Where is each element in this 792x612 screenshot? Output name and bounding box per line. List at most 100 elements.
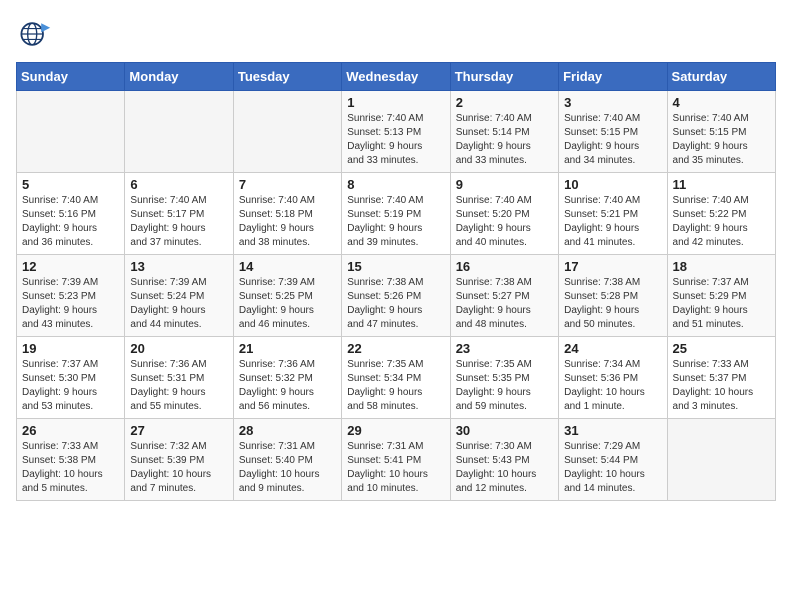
day-info: Sunrise: 7:34 AM Sunset: 5:36 PM Dayligh… [564, 358, 661, 414]
day-number: 24 [564, 341, 661, 356]
day-info: Sunrise: 7:31 AM Sunset: 5:41 PM Dayligh… [347, 440, 444, 496]
day-info: Sunrise: 7:33 AM Sunset: 5:38 PM Dayligh… [22, 440, 119, 496]
calendar-cell: 29 Sunrise: 7:31 AM Sunset: 5:41 PM Dayli… [342, 419, 450, 501]
day-info: Sunrise: 7:40 AM Sunset: 5:14 PM Dayligh… [456, 112, 553, 168]
calendar-cell [17, 91, 125, 173]
calendar-week-5: 26 Sunrise: 7:33 AM Sunset: 5:38 PM Dayli… [17, 419, 776, 501]
calendar-cell: 22 Sunrise: 7:35 AM Sunset: 5:34 PM Dayli… [342, 337, 450, 419]
weekday-header-sunday: Sunday [17, 63, 125, 91]
day-info: Sunrise: 7:40 AM Sunset: 5:21 PM Dayligh… [564, 194, 661, 250]
calendar-cell: 5 Sunrise: 7:40 AM Sunset: 5:16 PM Daylig… [17, 173, 125, 255]
day-number: 7 [239, 177, 336, 192]
day-number: 20 [130, 341, 227, 356]
day-info: Sunrise: 7:30 AM Sunset: 5:43 PM Dayligh… [456, 440, 553, 496]
logo-icon [16, 16, 52, 52]
day-number: 31 [564, 423, 661, 438]
calendar-cell: 1 Sunrise: 7:40 AM Sunset: 5:13 PM Daylig… [342, 91, 450, 173]
calendar-cell: 6 Sunrise: 7:40 AM Sunset: 5:17 PM Daylig… [125, 173, 233, 255]
day-info: Sunrise: 7:36 AM Sunset: 5:31 PM Dayligh… [130, 358, 227, 414]
day-number: 5 [22, 177, 119, 192]
day-number: 22 [347, 341, 444, 356]
day-info: Sunrise: 7:36 AM Sunset: 5:32 PM Dayligh… [239, 358, 336, 414]
calendar-cell: 18 Sunrise: 7:37 AM Sunset: 5:29 PM Dayli… [667, 255, 775, 337]
calendar-cell: 31 Sunrise: 7:29 AM Sunset: 5:44 PM Dayli… [559, 419, 667, 501]
calendar-cell: 20 Sunrise: 7:36 AM Sunset: 5:31 PM Dayli… [125, 337, 233, 419]
day-info: Sunrise: 7:31 AM Sunset: 5:40 PM Dayligh… [239, 440, 336, 496]
day-info: Sunrise: 7:40 AM Sunset: 5:20 PM Dayligh… [456, 194, 553, 250]
calendar-table: SundayMondayTuesdayWednesdayThursdayFrid… [16, 62, 776, 501]
calendar-cell: 21 Sunrise: 7:36 AM Sunset: 5:32 PM Dayli… [233, 337, 341, 419]
weekday-header-friday: Friday [559, 63, 667, 91]
weekday-header-monday: Monday [125, 63, 233, 91]
calendar-cell: 15 Sunrise: 7:38 AM Sunset: 5:26 PM Dayli… [342, 255, 450, 337]
calendar-week-2: 5 Sunrise: 7:40 AM Sunset: 5:16 PM Daylig… [17, 173, 776, 255]
day-info: Sunrise: 7:40 AM Sunset: 5:15 PM Dayligh… [673, 112, 770, 168]
day-info: Sunrise: 7:37 AM Sunset: 5:29 PM Dayligh… [673, 276, 770, 332]
calendar-week-3: 12 Sunrise: 7:39 AM Sunset: 5:23 PM Dayli… [17, 255, 776, 337]
day-number: 15 [347, 259, 444, 274]
day-number: 25 [673, 341, 770, 356]
calendar-cell: 28 Sunrise: 7:31 AM Sunset: 5:40 PM Dayli… [233, 419, 341, 501]
day-number: 9 [456, 177, 553, 192]
day-info: Sunrise: 7:38 AM Sunset: 5:27 PM Dayligh… [456, 276, 553, 332]
day-info: Sunrise: 7:40 AM Sunset: 5:18 PM Dayligh… [239, 194, 336, 250]
day-number: 12 [22, 259, 119, 274]
calendar-cell: 17 Sunrise: 7:38 AM Sunset: 5:28 PM Dayli… [559, 255, 667, 337]
logo [16, 16, 58, 52]
calendar-cell: 4Sunrise: 7:40 AM Sunset: 5:15 PM Daylig… [667, 91, 775, 173]
calendar-cell: 24 Sunrise: 7:34 AM Sunset: 5:36 PM Dayli… [559, 337, 667, 419]
calendar-week-4: 19Sunrise: 7:37 AM Sunset: 5:30 PM Dayli… [17, 337, 776, 419]
day-number: 13 [130, 259, 227, 274]
day-number: 23 [456, 341, 553, 356]
calendar-cell: 3Sunrise: 7:40 AM Sunset: 5:15 PM Daylig… [559, 91, 667, 173]
day-number: 19 [22, 341, 119, 356]
day-number: 16 [456, 259, 553, 274]
calendar-cell: 9 Sunrise: 7:40 AM Sunset: 5:20 PM Daylig… [450, 173, 558, 255]
day-info: Sunrise: 7:39 AM Sunset: 5:23 PM Dayligh… [22, 276, 119, 332]
calendar-cell [667, 419, 775, 501]
calendar-cell: 19Sunrise: 7:37 AM Sunset: 5:30 PM Dayli… [17, 337, 125, 419]
day-number: 6 [130, 177, 227, 192]
day-info: Sunrise: 7:40 AM Sunset: 5:17 PM Dayligh… [130, 194, 227, 250]
day-number: 21 [239, 341, 336, 356]
day-info: Sunrise: 7:39 AM Sunset: 5:25 PM Dayligh… [239, 276, 336, 332]
calendar-cell: 16 Sunrise: 7:38 AM Sunset: 5:27 PM Dayli… [450, 255, 558, 337]
calendar-cell: 11Sunrise: 7:40 AM Sunset: 5:22 PM Dayli… [667, 173, 775, 255]
day-info: Sunrise: 7:35 AM Sunset: 5:35 PM Dayligh… [456, 358, 553, 414]
day-number: 1 [347, 95, 444, 110]
calendar-cell: 14 Sunrise: 7:39 AM Sunset: 5:25 PM Dayli… [233, 255, 341, 337]
weekday-header-thursday: Thursday [450, 63, 558, 91]
day-info: Sunrise: 7:38 AM Sunset: 5:28 PM Dayligh… [564, 276, 661, 332]
day-number: 26 [22, 423, 119, 438]
day-number: 14 [239, 259, 336, 274]
calendar-cell: 12 Sunrise: 7:39 AM Sunset: 5:23 PM Dayli… [17, 255, 125, 337]
day-number: 8 [347, 177, 444, 192]
day-number: 29 [347, 423, 444, 438]
calendar-cell: 13 Sunrise: 7:39 AM Sunset: 5:24 PM Dayli… [125, 255, 233, 337]
day-number: 27 [130, 423, 227, 438]
day-info: Sunrise: 7:40 AM Sunset: 5:13 PM Dayligh… [347, 112, 444, 168]
day-info: Sunrise: 7:40 AM Sunset: 5:15 PM Dayligh… [564, 112, 661, 168]
weekday-header-tuesday: Tuesday [233, 63, 341, 91]
day-number: 28 [239, 423, 336, 438]
weekday-header-wednesday: Wednesday [342, 63, 450, 91]
calendar-cell: 26 Sunrise: 7:33 AM Sunset: 5:38 PM Dayli… [17, 419, 125, 501]
calendar-cell: 8 Sunrise: 7:40 AM Sunset: 5:19 PM Daylig… [342, 173, 450, 255]
weekday-header-saturday: Saturday [667, 63, 775, 91]
day-info: Sunrise: 7:40 AM Sunset: 5:22 PM Dayligh… [673, 194, 770, 250]
calendar-cell: 25Sunrise: 7:33 AM Sunset: 5:37 PM Dayli… [667, 337, 775, 419]
calendar-cell: 2 Sunrise: 7:40 AM Sunset: 5:14 PM Daylig… [450, 91, 558, 173]
weekday-header-row: SundayMondayTuesdayWednesdayThursdayFrid… [17, 63, 776, 91]
calendar-week-1: 1 Sunrise: 7:40 AM Sunset: 5:13 PM Daylig… [17, 91, 776, 173]
day-info: Sunrise: 7:40 AM Sunset: 5:19 PM Dayligh… [347, 194, 444, 250]
calendar-cell [233, 91, 341, 173]
day-info: Sunrise: 7:39 AM Sunset: 5:24 PM Dayligh… [130, 276, 227, 332]
day-number: 18 [673, 259, 770, 274]
day-number: 17 [564, 259, 661, 274]
calendar-cell: 7 Sunrise: 7:40 AM Sunset: 5:18 PM Daylig… [233, 173, 341, 255]
day-info: Sunrise: 7:35 AM Sunset: 5:34 PM Dayligh… [347, 358, 444, 414]
day-info: Sunrise: 7:40 AM Sunset: 5:16 PM Dayligh… [22, 194, 119, 250]
day-number: 2 [456, 95, 553, 110]
day-info: Sunrise: 7:29 AM Sunset: 5:44 PM Dayligh… [564, 440, 661, 496]
day-info: Sunrise: 7:38 AM Sunset: 5:26 PM Dayligh… [347, 276, 444, 332]
